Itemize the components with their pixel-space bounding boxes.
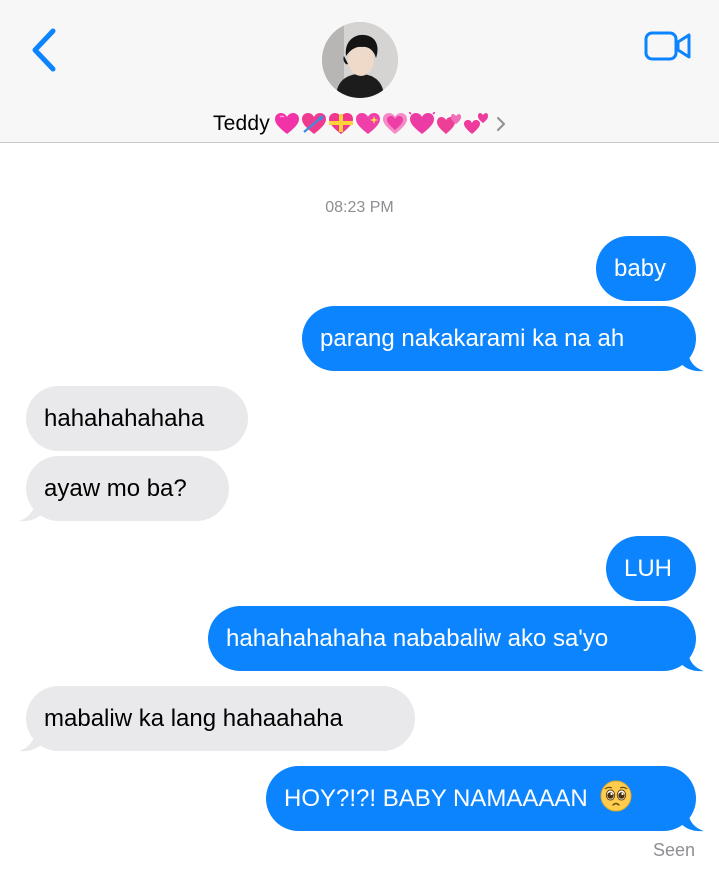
message-text: baby bbox=[614, 255, 667, 282]
message-timestamp: 08:23 PM bbox=[325, 199, 394, 216]
message-text: mabaliw ka lang hahaahaha bbox=[44, 705, 343, 732]
chevron-left-icon bbox=[32, 28, 56, 72]
sent-message-bubble[interactable]: parang nakakarami ka na ah bbox=[302, 306, 696, 371]
message-text: LUH bbox=[624, 555, 673, 582]
two-hearts-icon bbox=[464, 113, 489, 134]
facetime-video-button[interactable] bbox=[640, 26, 696, 66]
growing-heart-icon bbox=[383, 113, 408, 134]
contact-info-button[interactable]: Teddy bbox=[0, 104, 719, 144]
received-message-bubble[interactable]: ayaw mo ba? bbox=[26, 456, 229, 521]
heart-emoji-group bbox=[274, 112, 490, 136]
contact-name: Teddy bbox=[212, 112, 271, 135]
video-camera-icon bbox=[644, 31, 691, 61]
sent-message-bubble[interactable]: LUH bbox=[606, 536, 696, 601]
message-text: hahahahahaha nababaliw ako sa'yo bbox=[226, 625, 609, 652]
sent-bubble-tail bbox=[680, 650, 704, 672]
growing-heart-icon bbox=[275, 113, 300, 134]
sent-bubble-tail bbox=[680, 350, 704, 372]
received-bubble-tail bbox=[19, 500, 43, 522]
sparkling-heart-icon bbox=[356, 113, 381, 134]
received-bubble-tail bbox=[19, 730, 43, 752]
message-text: HOY?!?! BABY NAMAAAAN bbox=[284, 785, 588, 812]
read-receipt: Seen bbox=[652, 840, 695, 860]
sent-bubble-tail bbox=[680, 810, 704, 832]
received-message-bubble[interactable]: hahahahahaha bbox=[26, 386, 248, 451]
pleading-face-icon bbox=[600, 780, 632, 812]
conversation-header: Teddy bbox=[0, 0, 719, 143]
sent-message-bubble[interactable]: HOY?!?! BABY NAMAAAAN bbox=[266, 766, 696, 831]
back-button[interactable] bbox=[24, 24, 64, 76]
received-message-bubble[interactable]: mabaliw ka lang hahaahaha bbox=[26, 686, 415, 751]
heart-with-ribbon-icon bbox=[329, 113, 354, 134]
heart-with-arrow-icon bbox=[302, 113, 327, 134]
chevron-right-icon bbox=[496, 116, 506, 132]
message-text: parang nakakarami ka na ah bbox=[320, 325, 625, 352]
avatar-photo bbox=[322, 22, 398, 98]
contact-avatar[interactable] bbox=[322, 22, 398, 98]
sent-message-bubble[interactable]: hahahahahaha nababaliw ako sa'yo bbox=[208, 606, 696, 671]
sent-message-bubble[interactable]: baby bbox=[596, 236, 696, 301]
revolving-hearts-icon bbox=[437, 114, 462, 134]
message-text: ayaw mo ba? bbox=[44, 475, 187, 502]
beating-heart-icon bbox=[409, 112, 436, 134]
message-text: hahahahahaha bbox=[44, 405, 205, 432]
